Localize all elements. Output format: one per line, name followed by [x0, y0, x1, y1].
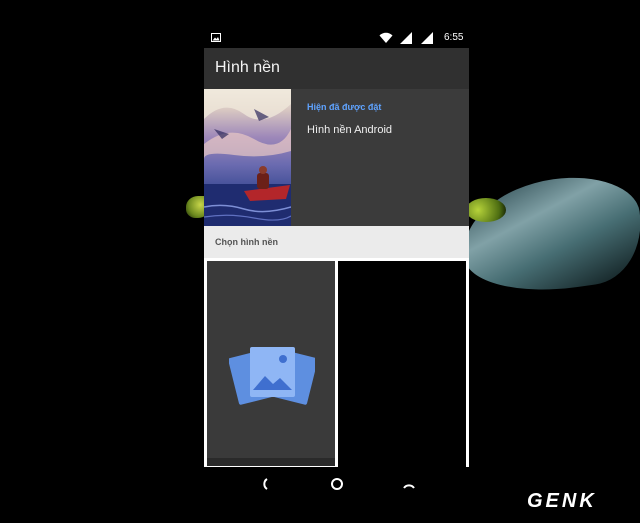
current-wallpaper-card[interactable]: Hiện đã được đặt Hình nền Android: [204, 89, 469, 226]
tile-footer: [207, 458, 335, 466]
signal-icon: [400, 32, 412, 47]
wallpaper-tile[interactable]: [338, 261, 466, 467]
background-leaf-right: [466, 198, 506, 222]
gallery-photos-icon: [228, 343, 318, 410]
navigation-bar: [204, 467, 469, 503]
app-bar: Hình nền: [204, 48, 469, 89]
status-time: 6:55: [444, 32, 464, 43]
current-wallpaper-name: Hình nền Android: [307, 124, 393, 136]
status-bar: 6:55: [204, 28, 469, 48]
wallpaper-picker-window: 6:55 Hình nền Hiện đã được đặt Hình nền …: [204, 28, 469, 467]
recents-icon[interactable]: [402, 477, 416, 496]
home-icon[interactable]: [330, 477, 344, 496]
current-wallpaper-thumbnail: [204, 89, 291, 226]
signal-icon: [421, 32, 433, 47]
wifi-icon: [379, 32, 393, 47]
genk-watermark: GENK: [527, 490, 597, 512]
wallpaper-grid: [204, 258, 469, 467]
background-branch: [455, 168, 640, 302]
back-icon[interactable]: [258, 477, 272, 496]
page-title: Hình nền: [215, 59, 280, 76]
section-header: Chọn hình nền: [204, 226, 469, 258]
pick-image-tile[interactable]: [207, 261, 335, 466]
image-notification-icon: [211, 33, 221, 45]
section-title: Chọn hình nền: [215, 237, 278, 247]
current-wallpaper-label: Hiện đã được đặt: [307, 102, 382, 112]
